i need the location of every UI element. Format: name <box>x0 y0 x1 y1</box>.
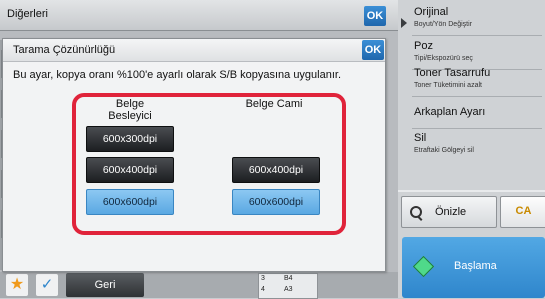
function-item-erase[interactable]: Sil Etraftaki Gölgeyi sil <box>412 130 542 161</box>
function-item-subtitle: Toner Tüketimini azalt <box>414 82 482 89</box>
feeder-600x600-button[interactable]: 600x600dpi <box>86 189 174 215</box>
other-functions-title: Diğerleri <box>7 8 48 20</box>
function-item-title: Poz <box>414 40 433 52</box>
function-item-subtitle: Etraftaki Gölgeyi sil <box>414 147 474 154</box>
feeder-header-line1: Belge <box>115 98 145 110</box>
other-functions-header: Diğerleri <box>0 0 398 31</box>
feeder-600x400-button[interactable]: 600x400dpi <box>86 157 174 183</box>
clear-all-button[interactable]: CA <box>500 196 545 228</box>
copy-screen: Orijinal Boyut/Yön Değiştir Poz Tipi/Eks… <box>0 0 545 299</box>
function-item-original[interactable]: Orijinal Boyut/Yön Değiştir <box>412 4 542 36</box>
function-item-subtitle: Tipi/Ekspozürü seç <box>414 55 473 62</box>
bottom-action-bar <box>0 272 398 298</box>
back-button[interactable]: Geri <box>66 273 144 297</box>
function-item-title: Toner Tasarrufu <box>414 67 491 79</box>
favorite-button[interactable]: ★ <box>6 274 28 296</box>
dialog-description: Bu ayar, kopya oranı %100'e ayarlı olara… <box>13 69 342 81</box>
tray-number: 4 <box>261 286 265 293</box>
preview-button[interactable]: Önizle <box>401 196 497 228</box>
function-item-title: Arkaplan Ayarı <box>414 106 486 118</box>
function-item-toner-save[interactable]: Toner Tasarrufu Toner Tüketimini azalt <box>412 65 542 97</box>
check-button[interactable]: ✓ <box>36 274 58 296</box>
check-icon: ✓ <box>40 276 54 293</box>
panel-divider <box>398 190 545 192</box>
tray-number: 3 <box>261 275 265 282</box>
start-diamond-icon <box>412 255 435 278</box>
dialog-ok-button[interactable]: OK <box>362 40 384 60</box>
glass-header-line1: Belge Cami <box>245 98 303 110</box>
paper-tray-row: 3 B4 <box>261 275 293 282</box>
panel-expand-arrow-icon[interactable] <box>401 18 407 28</box>
paper-tray-indicator[interactable]: 3 B4 4 A3 <box>258 273 318 299</box>
function-item-subtitle: Boyut/Yön Değiştir <box>414 21 472 28</box>
start-button[interactable]: Başlama <box>402 237 545 298</box>
star-icon: ★ <box>9 276 25 293</box>
function-item-title: Orijinal <box>414 6 449 18</box>
magnifier-icon <box>410 206 422 218</box>
back-label: Geri <box>94 279 116 291</box>
glass-600x600-button[interactable]: 600x600dpi <box>232 189 320 215</box>
preview-label: Önizle <box>435 206 467 218</box>
paper-tray-row: 4 A3 <box>261 286 293 293</box>
dialog-header: Tarama Çözünürlüğü <box>3 39 385 62</box>
scan-resolution-dialog: Tarama Çözünürlüğü Bu ayar, kopya oranı … <box>2 38 386 272</box>
outer-ok-button[interactable]: OK <box>364 6 386 26</box>
function-item-background[interactable]: Arkaplan Ayarı <box>412 97 542 129</box>
tray-size: B4 <box>283 275 293 282</box>
feeder-column-header: Belge Besleyici <box>87 98 173 122</box>
feeder-600x300-button[interactable]: 600x300dpi <box>86 126 174 152</box>
dialog-side-gutter <box>387 38 397 270</box>
function-item-title: Sil <box>414 132 427 144</box>
feeder-header-line2: Besleyici <box>108 110 152 122</box>
glass-column-header: Belge Cami <box>231 98 317 110</box>
dialog-title: Tarama Çözünürlüğü <box>13 44 116 56</box>
start-label: Başlama <box>454 260 497 272</box>
tray-size: A3 <box>283 286 293 293</box>
glass-600x400-button[interactable]: 600x400dpi <box>232 157 320 183</box>
clear-all-label: CA <box>515 205 532 217</box>
